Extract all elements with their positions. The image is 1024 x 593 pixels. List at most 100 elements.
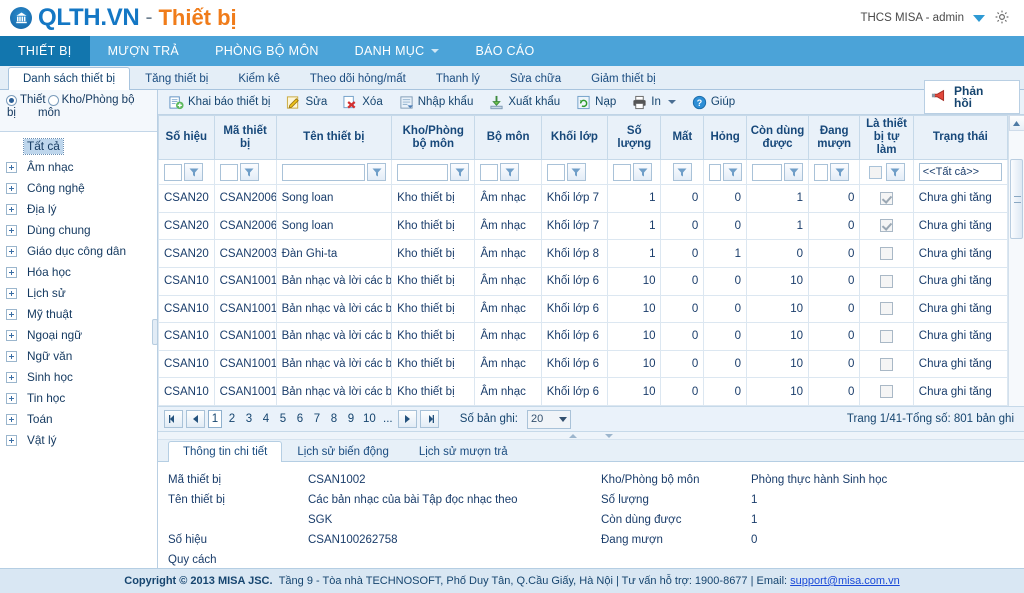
tab-sua-chua[interactable]: Sửa chữa [495, 67, 576, 89]
detail-tab-thong-tin-chi-tiet[interactable]: Thông tin chi tiết [168, 441, 282, 462]
expand-plus-icon[interactable] [6, 246, 17, 257]
tree-node-tat-ca[interactable]: Tất cả [4, 136, 157, 157]
checkbox-tu-lam[interactable] [880, 192, 893, 205]
tab-kiem-ke[interactable]: Kiểm kê [223, 67, 295, 89]
table-row[interactable]: CSAN10 CSAN1001 Bản nhạc và lời các bà K… [159, 323, 1008, 351]
tab-thanh-ly[interactable]: Thanh lý [421, 67, 495, 89]
tree-node-dung-chung[interactable]: Dùng chung [4, 220, 157, 241]
checkbox-tu-lam[interactable] [880, 247, 893, 260]
col-bo-mon[interactable]: Bộ môn [475, 116, 541, 160]
col-kho-phong-bo-mon[interactable]: Kho/Phòng bộ môn [392, 116, 475, 160]
col-la-thiet-bi-tu-lam[interactable]: Là thiết bị tự làm [860, 116, 913, 160]
gear-icon[interactable] [994, 9, 1010, 28]
chevron-down-icon[interactable] [668, 100, 676, 104]
expand-plus-icon[interactable] [6, 183, 17, 194]
expand-plus-icon[interactable] [6, 288, 17, 299]
expand-plus-icon[interactable] [6, 267, 17, 278]
page-number-9[interactable]: 9 [344, 410, 358, 428]
expand-plus-icon[interactable] [6, 309, 17, 320]
page-number-10[interactable]: 10 [361, 410, 378, 428]
filter-icon[interactable] [784, 163, 803, 181]
tree-node-hoa-hoc[interactable]: Hóa học [4, 262, 157, 283]
col-hong[interactable]: Hỏng [704, 116, 747, 160]
page-number-8[interactable]: 8 [327, 410, 341, 428]
expand-plus-icon[interactable] [6, 225, 17, 236]
page-number-7[interactable]: 7 [310, 410, 324, 428]
scroll-up-arrow-icon[interactable] [1009, 115, 1024, 131]
checkbox-tu-lam[interactable] [880, 330, 893, 343]
tree-node-my-thuat[interactable]: Mỹ thuật [4, 304, 157, 325]
detail-tab-lich-su-bien-dong[interactable]: Lịch sử biến động [282, 441, 403, 461]
filter-icon[interactable] [673, 163, 692, 181]
table-row[interactable]: CSAN20 CSAN2006 Song loan Kho thiết bị Â… [159, 185, 1008, 213]
radio-kho-phong-bo-mon[interactable]: Kho/Phòng bộ [48, 94, 135, 106]
print-button[interactable]: In [625, 92, 683, 113]
filter-input-ten-thiet-bi[interactable] [282, 164, 365, 181]
first-page-button[interactable] [164, 410, 183, 428]
tree-node-cong-nghe[interactable]: Công nghệ [4, 178, 157, 199]
expand-plus-icon[interactable] [6, 372, 17, 383]
tree-node-vat-ly[interactable]: Vật lý [4, 430, 157, 451]
edit-button[interactable]: Sửa [279, 92, 334, 113]
delete-button[interactable]: Xóa [336, 92, 389, 113]
filter-input-hong[interactable] [709, 164, 721, 181]
checkbox-tu-lam[interactable] [880, 275, 893, 288]
tree-node-sinh-hoc[interactable]: Sinh học [4, 367, 157, 388]
grid-vertical-scrollbar[interactable] [1008, 115, 1024, 406]
col-trang-thai[interactable]: Trạng thái [913, 116, 1007, 160]
nav-item-phong-bo-mon[interactable]: PHÒNG BỘ MÔN [197, 36, 337, 66]
filter-input-ma-thiet-bi[interactable] [220, 164, 238, 181]
filter-input-so-hieu[interactable] [164, 164, 182, 181]
filter-icon[interactable] [240, 163, 259, 181]
filter-icon[interactable] [633, 163, 652, 181]
detail-tab-lich-su-muon-tra[interactable]: Lịch sử mượn trả [404, 441, 523, 461]
nav-item-danh-muc[interactable]: DANH MỤC [337, 36, 458, 66]
declare-device-button[interactable]: Khai báo thiết bị [162, 92, 277, 113]
filter-input-bo-mon[interactable] [480, 164, 498, 181]
tree-node-tin-hoc[interactable]: Tin học [4, 388, 157, 409]
radio-thiet-bi[interactable]: Thiết [6, 94, 46, 106]
filter-icon[interactable] [450, 163, 469, 181]
filter-input-kho[interactable] [397, 164, 448, 181]
page-number-5[interactable]: 5 [276, 410, 290, 428]
checkbox-tu-lam[interactable] [880, 219, 893, 232]
page-number-3[interactable]: 3 [242, 410, 256, 428]
nav-item-bao-cao[interactable]: BÁO CÁO [457, 36, 552, 66]
filter-combo-trang-thai[interactable]: <<Tất cả>> [919, 163, 1002, 181]
col-so-luong[interactable]: Số lượng [608, 116, 661, 160]
nav-item-thiet-bi[interactable]: THIẾT BỊ [0, 36, 90, 66]
table-row[interactable]: CSAN10 CSAN1001 Bản nhạc và lời các bà K… [159, 267, 1008, 295]
tree-node-toan[interactable]: Toán [4, 409, 157, 430]
table-row[interactable]: CSAN10 CSAN1001 Bản nhạc và lời các bà K… [159, 378, 1008, 406]
export-button[interactable]: Xuất khẩu [482, 92, 567, 113]
panel-splitter[interactable] [158, 432, 1024, 440]
expand-plus-icon[interactable] [6, 330, 17, 341]
help-button[interactable]: ? Giúp [685, 92, 742, 113]
table-row[interactable]: CSAN10 CSAN1001 Bản nhạc và lời các bà K… [159, 295, 1008, 323]
filter-icon[interactable] [723, 163, 742, 181]
next-page-button[interactable] [398, 410, 417, 428]
last-page-button[interactable] [420, 410, 439, 428]
checkbox-tu-lam[interactable] [880, 302, 893, 315]
col-so-hieu[interactable]: Số hiệu [159, 116, 215, 160]
col-con-dung-duoc[interactable]: Còn dùng được [747, 116, 809, 160]
scrollbar-thumb[interactable] [1010, 159, 1023, 239]
tree-node-am-nhac[interactable]: Âm nhạc [4, 157, 157, 178]
caret-down-icon[interactable] [973, 15, 985, 22]
filter-icon[interactable] [886, 163, 905, 181]
filter-checkbox-tu-lam[interactable] [869, 166, 882, 179]
tab-tang-thiet-bi[interactable]: Tăng thiết bị [130, 67, 223, 89]
feedback-button[interactable]: Phản hồi [924, 80, 1020, 114]
import-button[interactable]: Nhập khẩu [392, 92, 481, 113]
expand-plus-icon[interactable] [6, 351, 17, 362]
page-number-6[interactable]: 6 [293, 410, 307, 428]
filter-input-so-luong[interactable] [613, 164, 631, 181]
col-mat[interactable]: Mất [661, 116, 704, 160]
nav-item-muon-tra[interactable]: MƯỢN TRẢ [90, 36, 197, 66]
expand-plus-icon[interactable] [6, 204, 17, 215]
page-number-1[interactable]: 1 [208, 410, 222, 428]
expand-plus-icon[interactable] [6, 435, 17, 446]
filter-icon[interactable] [830, 163, 849, 181]
col-khoi-lop[interactable]: Khối lớp [541, 116, 607, 160]
filter-input-con-dung-duoc[interactable] [752, 164, 782, 181]
